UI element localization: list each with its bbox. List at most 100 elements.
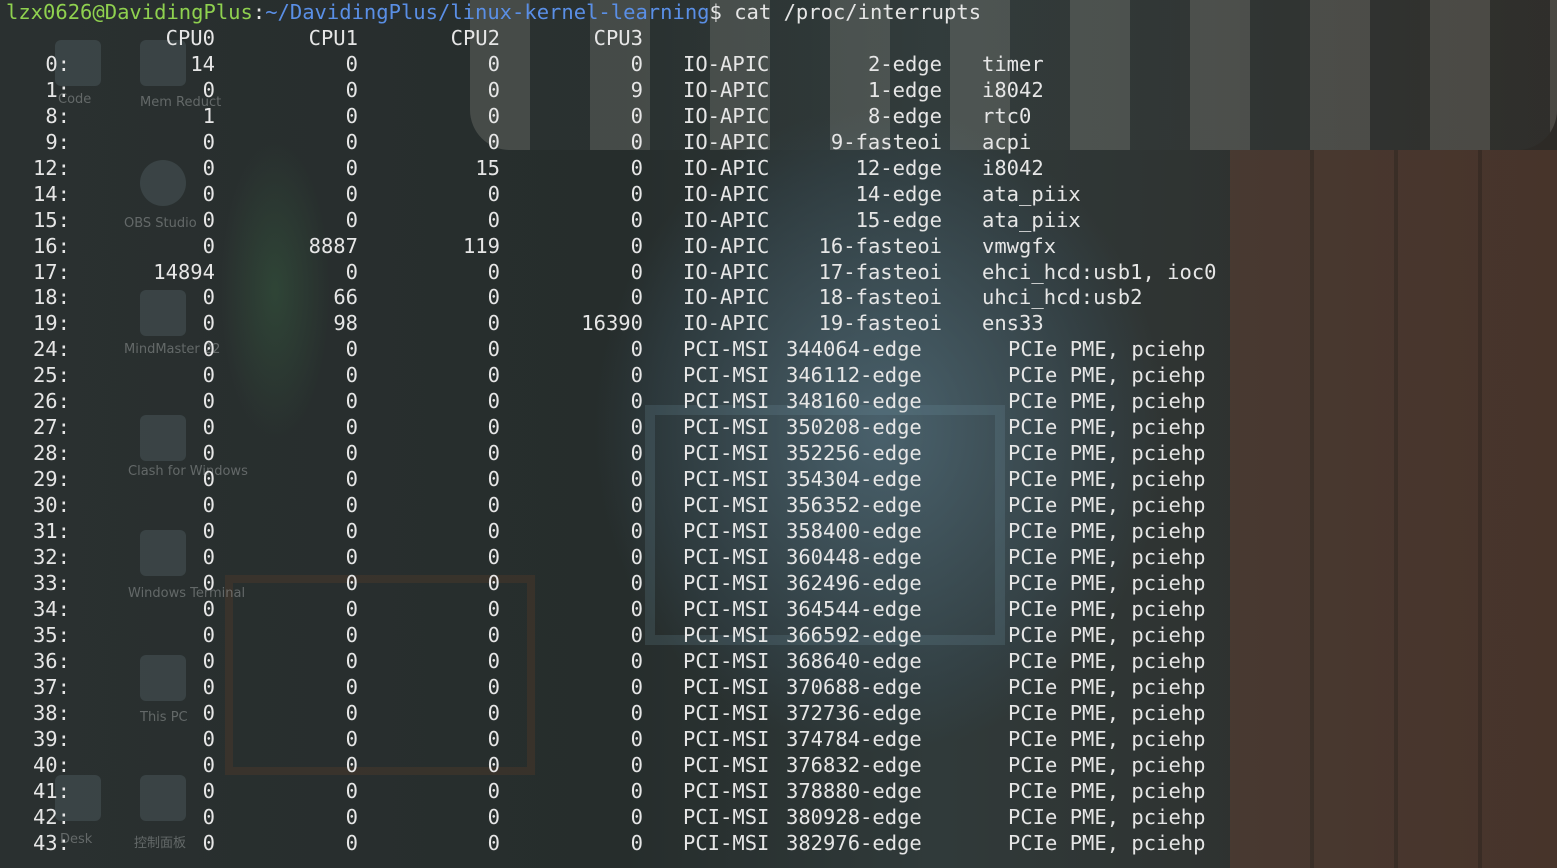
irq-number: 41:: [32, 778, 70, 803]
irq-chip: PCI-MSI: [683, 570, 770, 595]
cpu0-count: 0: [202, 467, 215, 492]
cpu1-count: 0: [345, 415, 358, 440]
cpu3-count: 0: [630, 441, 643, 466]
irq-chip: PCI-MSI: [683, 519, 770, 544]
irq-number: 33:: [32, 570, 70, 595]
irq-type: 360448-edge: [786, 545, 922, 570]
interrupt-row: 18: 0 66 0 0 IO-APIC 18-fasteoi uhci_hcd:usb2: [0, 285, 1557, 311]
irq-type: 366592-edge: [786, 622, 922, 647]
irq-chip: PCI-MSI: [683, 363, 770, 388]
irq-type: 356352-edge: [786, 493, 922, 518]
irq-number: 1:: [45, 77, 70, 102]
irq-chip: PCI-MSI: [683, 389, 770, 414]
irq-number: 35:: [32, 622, 70, 647]
irq-device: PCIe PME, pciehp: [1008, 493, 1206, 518]
cpu-header: CPU0: [165, 25, 215, 50]
cpu2-count: 0: [487, 285, 500, 310]
cpu3-count: 0: [630, 493, 643, 518]
cpu2-count: 0: [487, 700, 500, 725]
cpu2-count: 0: [487, 519, 500, 544]
cpu1-count: 0: [345, 648, 358, 673]
cpu3-count: 0: [630, 467, 643, 492]
irq-chip: PCI-MSI: [683, 648, 770, 673]
irq-chip: PCI-MSI: [683, 700, 770, 725]
prompt-dollar: $: [709, 0, 722, 24]
cpu1-count: 0: [345, 337, 358, 362]
irq-type: 1-edge: [867, 77, 942, 102]
cpu0-count: 0: [202, 441, 215, 466]
prompt-path: ~/DavidingPlus/linux-kernel-learning: [265, 0, 710, 24]
cpu0-count: 0: [202, 804, 215, 829]
irq-number: 38:: [32, 700, 70, 725]
cpu1-count: 0: [345, 259, 358, 284]
cpu3-count: 0: [630, 415, 643, 440]
cpu0-count: 0: [202, 207, 215, 232]
cpu2-count: 0: [487, 493, 500, 518]
cpu3-count: 0: [630, 700, 643, 725]
cpu1-count: 0: [345, 622, 358, 647]
irq-device: PCIe PME, pciehp: [1008, 570, 1206, 595]
cpu2-count: 0: [487, 311, 500, 336]
cpu0-count: 0: [202, 570, 215, 595]
cpu0-count: 0: [202, 596, 215, 621]
interrupt-row: 28: 0 0 0 0 PCI-MSI 352256-edge PCIe PME, pcieh…: [0, 441, 1557, 467]
cpu-header-row: CPU0 CPU1 CPU2 CPU3: [0, 26, 1557, 52]
cpu3-count: 0: [630, 830, 643, 855]
irq-device: PCIe PME, pciehp: [1008, 467, 1206, 492]
irq-number: 12:: [32, 155, 70, 180]
terminal-window[interactable]: lzx0626@DavidingPlus:~/DavidingPlus/linu…: [0, 0, 1557, 868]
interrupt-row: 24: 0 0 0 0 PCI-MSI 344064-edge PCIe PME, pcieh…: [0, 337, 1557, 363]
cpu0-count: 1: [202, 103, 215, 128]
cpu3-count: 0: [630, 103, 643, 128]
irq-number: 18:: [32, 285, 70, 310]
irq-type: 19-fasteoi: [818, 311, 942, 336]
cpu0-count: 0: [202, 622, 215, 647]
interrupt-row: 37: 0 0 0 0 PCI-MSI 370688-edge PCIe PME, pcieh…: [0, 675, 1557, 701]
cpu3-count: 0: [630, 519, 643, 544]
irq-type: 8-edge: [867, 103, 942, 128]
cpu1-count: 0: [345, 77, 358, 102]
irq-number: 31:: [32, 519, 70, 544]
irq-device: uhci_hcd:usb2: [982, 285, 1143, 310]
irq-device: rtc0: [982, 103, 1032, 128]
irq-type: 350208-edge: [786, 415, 922, 440]
interrupt-row: 30: 0 0 0 0 PCI-MSI 356352-edge PCIe PME, pcieh…: [0, 493, 1557, 519]
irq-device: PCIe PME, pciehp: [1008, 648, 1206, 673]
cpu1-count: 0: [345, 674, 358, 699]
cpu3-count: 0: [630, 570, 643, 595]
irq-device: PCIe PME, pciehp: [1008, 519, 1206, 544]
interrupt-row: 27: 0 0 0 0 PCI-MSI 350208-edge PCIe PME, pcieh…: [0, 415, 1557, 441]
cpu2-count: 0: [487, 804, 500, 829]
cpu0-count: 0: [202, 285, 215, 310]
irq-type: 374784-edge: [786, 726, 922, 751]
cpu3-count: 0: [630, 389, 643, 414]
interrupt-row: 29: 0 0 0 0 PCI-MSI 354304-edge PCIe PME, pcieh…: [0, 467, 1557, 493]
cpu1-count: 0: [345, 726, 358, 751]
irq-type: 17-fasteoi: [818, 259, 942, 284]
cpu3-count: 0: [630, 648, 643, 673]
prompt-user-host: lzx0626@DavidingPlus: [6, 0, 253, 24]
irq-number: 34:: [32, 596, 70, 621]
cpu0-count: 0: [202, 493, 215, 518]
interrupt-row: 38: 0 0 0 0 PCI-MSI 372736-edge PCIe PME, pcieh…: [0, 701, 1557, 727]
cpu1-count: 0: [345, 389, 358, 414]
cpu3-count: 0: [630, 51, 643, 76]
irq-type: 9-fasteoi: [830, 129, 942, 154]
irq-type: 372736-edge: [786, 700, 922, 725]
cpu3-count: 0: [630, 545, 643, 570]
irq-number: 27:: [32, 415, 70, 440]
irq-chip: PCI-MSI: [683, 804, 770, 829]
irq-chip: PCI-MSI: [683, 467, 770, 492]
irq-chip: PCI-MSI: [683, 752, 770, 777]
irq-chip: PCI-MSI: [683, 493, 770, 518]
cpu1-count: 66: [333, 285, 358, 310]
irq-type: 364544-edge: [786, 596, 922, 621]
irq-number: 37:: [32, 674, 70, 699]
irq-device: PCIe PME, pciehp: [1008, 337, 1206, 362]
irq-number: 32:: [32, 545, 70, 570]
cpu0-count: 0: [202, 700, 215, 725]
interrupt-row: 12: 0 0 15 0 IO-APIC 12-edge i8042: [0, 156, 1557, 182]
cpu3-count: 0: [630, 259, 643, 284]
cpu3-count: 0: [630, 752, 643, 777]
irq-device: PCIe PME, pciehp: [1008, 726, 1206, 751]
